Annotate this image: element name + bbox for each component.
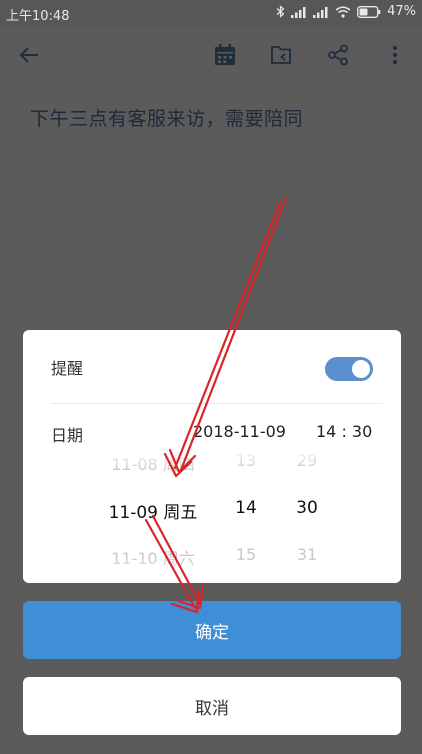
- date-value: 2018-11-09: [193, 422, 286, 441]
- reminder-dialog: 提醒 日期 2018-11-09 14 : 30 11-08 周四 11-09 …: [23, 330, 401, 583]
- reminder-toggle[interactable]: [325, 357, 373, 381]
- reminder-label: 提醒: [51, 359, 84, 378]
- status-icons: 47%: [276, 4, 416, 19]
- folder-icon[interactable]: [266, 40, 296, 70]
- picker-item-selected[interactable]: 14: [218, 498, 274, 518]
- note-text: 下午三点有客服来访，需要陪同: [30, 108, 304, 130]
- picker-item-selected[interactable]: 30: [279, 498, 335, 518]
- more-vertical-icon[interactable]: [380, 40, 410, 70]
- status-time: 上午10:48: [6, 9, 70, 24]
- back-arrow-icon[interactable]: [14, 40, 44, 70]
- toolbar: [0, 26, 422, 84]
- bluetooth-icon: [276, 5, 285, 18]
- share-icon[interactable]: [323, 40, 353, 70]
- picker-item-selected[interactable]: 11-09 周五: [93, 498, 213, 523]
- calendar-icon[interactable]: [210, 40, 240, 70]
- status-bar: 上午10:48 47%: [0, 0, 422, 26]
- signal-icon: [313, 6, 328, 18]
- toggle-knob: [352, 360, 370, 378]
- confirm-button[interactable]: 确定: [23, 601, 401, 659]
- wifi-icon: [335, 6, 351, 18]
- date-label: 日期: [51, 426, 84, 445]
- battery-icon: [357, 5, 381, 18]
- battery-percent: 47%: [387, 4, 416, 19]
- picker-fade-top: [23, 448, 401, 470]
- cancel-button[interactable]: 取消: [23, 677, 401, 735]
- picker-fade-bottom: [23, 558, 401, 580]
- divider: [51, 403, 383, 404]
- time-value: 14 : 30: [316, 422, 373, 441]
- signal-icon: [291, 6, 306, 18]
